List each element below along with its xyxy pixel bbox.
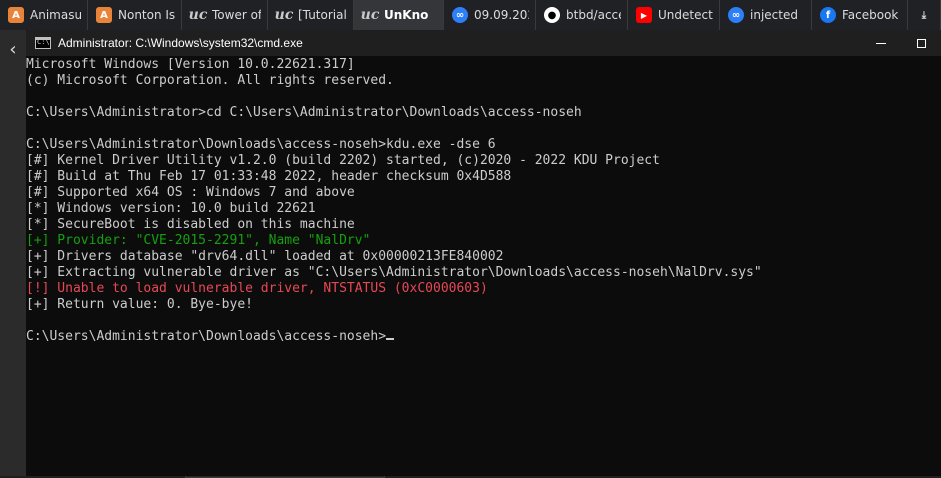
tab-label: Facebook	[842, 8, 899, 22]
console-line-text: [#] Build at Thu Feb 17 01:33:48 2022, h…	[26, 169, 512, 184]
console-line: [#] Build at Thu Feb 17 01:33:48 2022, h…	[26, 169, 941, 185]
browser-tab[interactable]: ▶ Undetecte	[628, 0, 720, 30]
console-line: [*] Windows version: 10.0 build 22621	[26, 201, 941, 217]
youtube-icon: ▶	[636, 7, 652, 23]
console-line: [*] SecureBoot is disabled on this machi…	[26, 217, 941, 233]
cmd-window[interactable]: C:\ Administrator: C:\Windows\system32\c…	[26, 30, 941, 476]
console-line-text: [!] Unable to load vulnerable driver, NT…	[26, 281, 488, 296]
tab-label: btbd/acce	[566, 8, 621, 22]
console-line: (c) Microsoft Corporation. All rights re…	[26, 73, 941, 89]
console-line: [!] Unable to load vulnerable driver, NT…	[26, 281, 941, 297]
console-line-text: (c) Microsoft Corporation. All rights re…	[26, 73, 394, 88]
console-line-text: [#] Kernel Driver Utility v1.2.0 (build …	[26, 153, 660, 168]
tab-label: Undetecte	[658, 8, 713, 22]
uc-icon: uc	[188, 7, 208, 23]
minimize-button[interactable]	[861, 30, 901, 56]
cmd-title-bar[interactable]: C:\ Administrator: C:\Windows\system32\c…	[26, 30, 941, 56]
maximize-icon	[916, 38, 926, 48]
browser-tab[interactable]: ● btbd/acce	[536, 0, 628, 30]
console-line: [#] Kernel Driver Utility v1.2.0 (build …	[26, 153, 941, 169]
cmd-app-icon: C:\	[35, 37, 51, 49]
download-button[interactable]: ⤓	[908, 0, 941, 30]
tab-label: Nonton Is	[118, 8, 175, 22]
facebook-icon: f	[820, 7, 836, 23]
text-cursor	[386, 338, 395, 340]
console-line-text: [*] SecureBoot is disabled on this machi…	[26, 217, 355, 232]
bc-icon: ∞	[728, 7, 744, 23]
browser-tab[interactable]: f Facebook	[812, 0, 908, 30]
console-line-text: C:\Users\Administrator\Downloads\access-…	[26, 329, 387, 344]
browser-tab[interactable]: uc Tower of	[182, 0, 268, 30]
browser-tab[interactable]: ∞ injected	[720, 0, 812, 30]
console-line-text: [+] Drivers database "drv64.dll" loaded …	[26, 249, 504, 264]
browser-tab[interactable]: uc [Tutorial]	[268, 0, 354, 30]
console-line: C:\Users\Administrator>cd C:\Users\Admin…	[26, 105, 941, 121]
github-icon: ●	[544, 7, 560, 23]
console-line: [+] Provider: "CVE-2015-2291", Name "Nal…	[26, 233, 941, 249]
console-output[interactable]: Microsoft Windows [Version 10.0.22621.31…	[26, 57, 941, 476]
console-line-text: [+] Extracting vulnerable driver as "C:\…	[26, 265, 762, 280]
animasu-icon: A	[8, 7, 24, 23]
tab-label: UnKno	[384, 8, 429, 22]
browser-tab[interactable]: A Nonton Is	[88, 0, 182, 30]
browser-tab[interactable]: A Animasu	[0, 0, 88, 30]
console-line: [+] Return value: 0. Bye-bye!	[26, 297, 941, 313]
tab-label: 09.09.2022	[474, 8, 529, 22]
console-line: [+] Drivers database "drv64.dll" loaded …	[26, 249, 941, 265]
console-line-text: [+] Provider: "CVE-2015-2291", Name "Nal…	[26, 233, 371, 248]
console-line: C:\Users\Administrator\Downloads\access-…	[26, 329, 941, 345]
console-line: Microsoft Windows [Version 10.0.22621.31…	[26, 57, 941, 73]
console-line: [+] Extracting vulnerable driver as "C:\…	[26, 265, 941, 281]
uc-icon: uc	[360, 7, 380, 23]
download-icon: ⤓	[921, 9, 927, 21]
console-line-text: [+] Return value: 0. Bye-bye!	[26, 297, 253, 312]
minimize-icon	[876, 42, 886, 44]
console-line: C:\Users\Administrator\Downloads\access-…	[26, 137, 941, 153]
tab-label: Tower of	[212, 8, 261, 22]
bc-icon: ∞	[452, 7, 468, 23]
console-line-text: Microsoft Windows [Version 10.0.22621.31…	[26, 57, 355, 72]
tab-label: [Tutorial]	[298, 8, 347, 22]
window-controls	[861, 30, 941, 56]
browser-tab[interactable]: uc UnKno	[354, 0, 444, 30]
window-title: Administrator: C:\Windows\system32\cmd.e…	[58, 36, 303, 50]
maximize-button[interactable]	[901, 30, 941, 56]
browser-side-strip: ‹	[0, 30, 26, 476]
uc-icon: uc	[274, 7, 294, 23]
console-line-text: C:\Users\Administrator>cd C:\Users\Admin…	[26, 105, 582, 120]
console-line-text: [#] Supported x64 OS : Windows 7 and abo…	[26, 185, 355, 200]
tab-label: injected	[750, 8, 798, 22]
tab-label: Animasu	[30, 8, 81, 22]
console-line-text: C:\Users\Administrator\Downloads\access-…	[26, 137, 496, 152]
animasu-icon: A	[96, 7, 112, 23]
console-line-text: [*] Windows version: 10.0 build 22621	[26, 201, 316, 216]
browser-tab-strip: A Animasu A Nonton Is uc Tower of uc [Tutorial]…	[0, 0, 941, 30]
console-line: [#] Supported x64 OS : Windows 7 and abo…	[26, 185, 941, 201]
browser-tab[interactable]: ∞ 09.09.2022	[444, 0, 536, 30]
back-chevron-icon[interactable]: ‹	[0, 30, 26, 68]
